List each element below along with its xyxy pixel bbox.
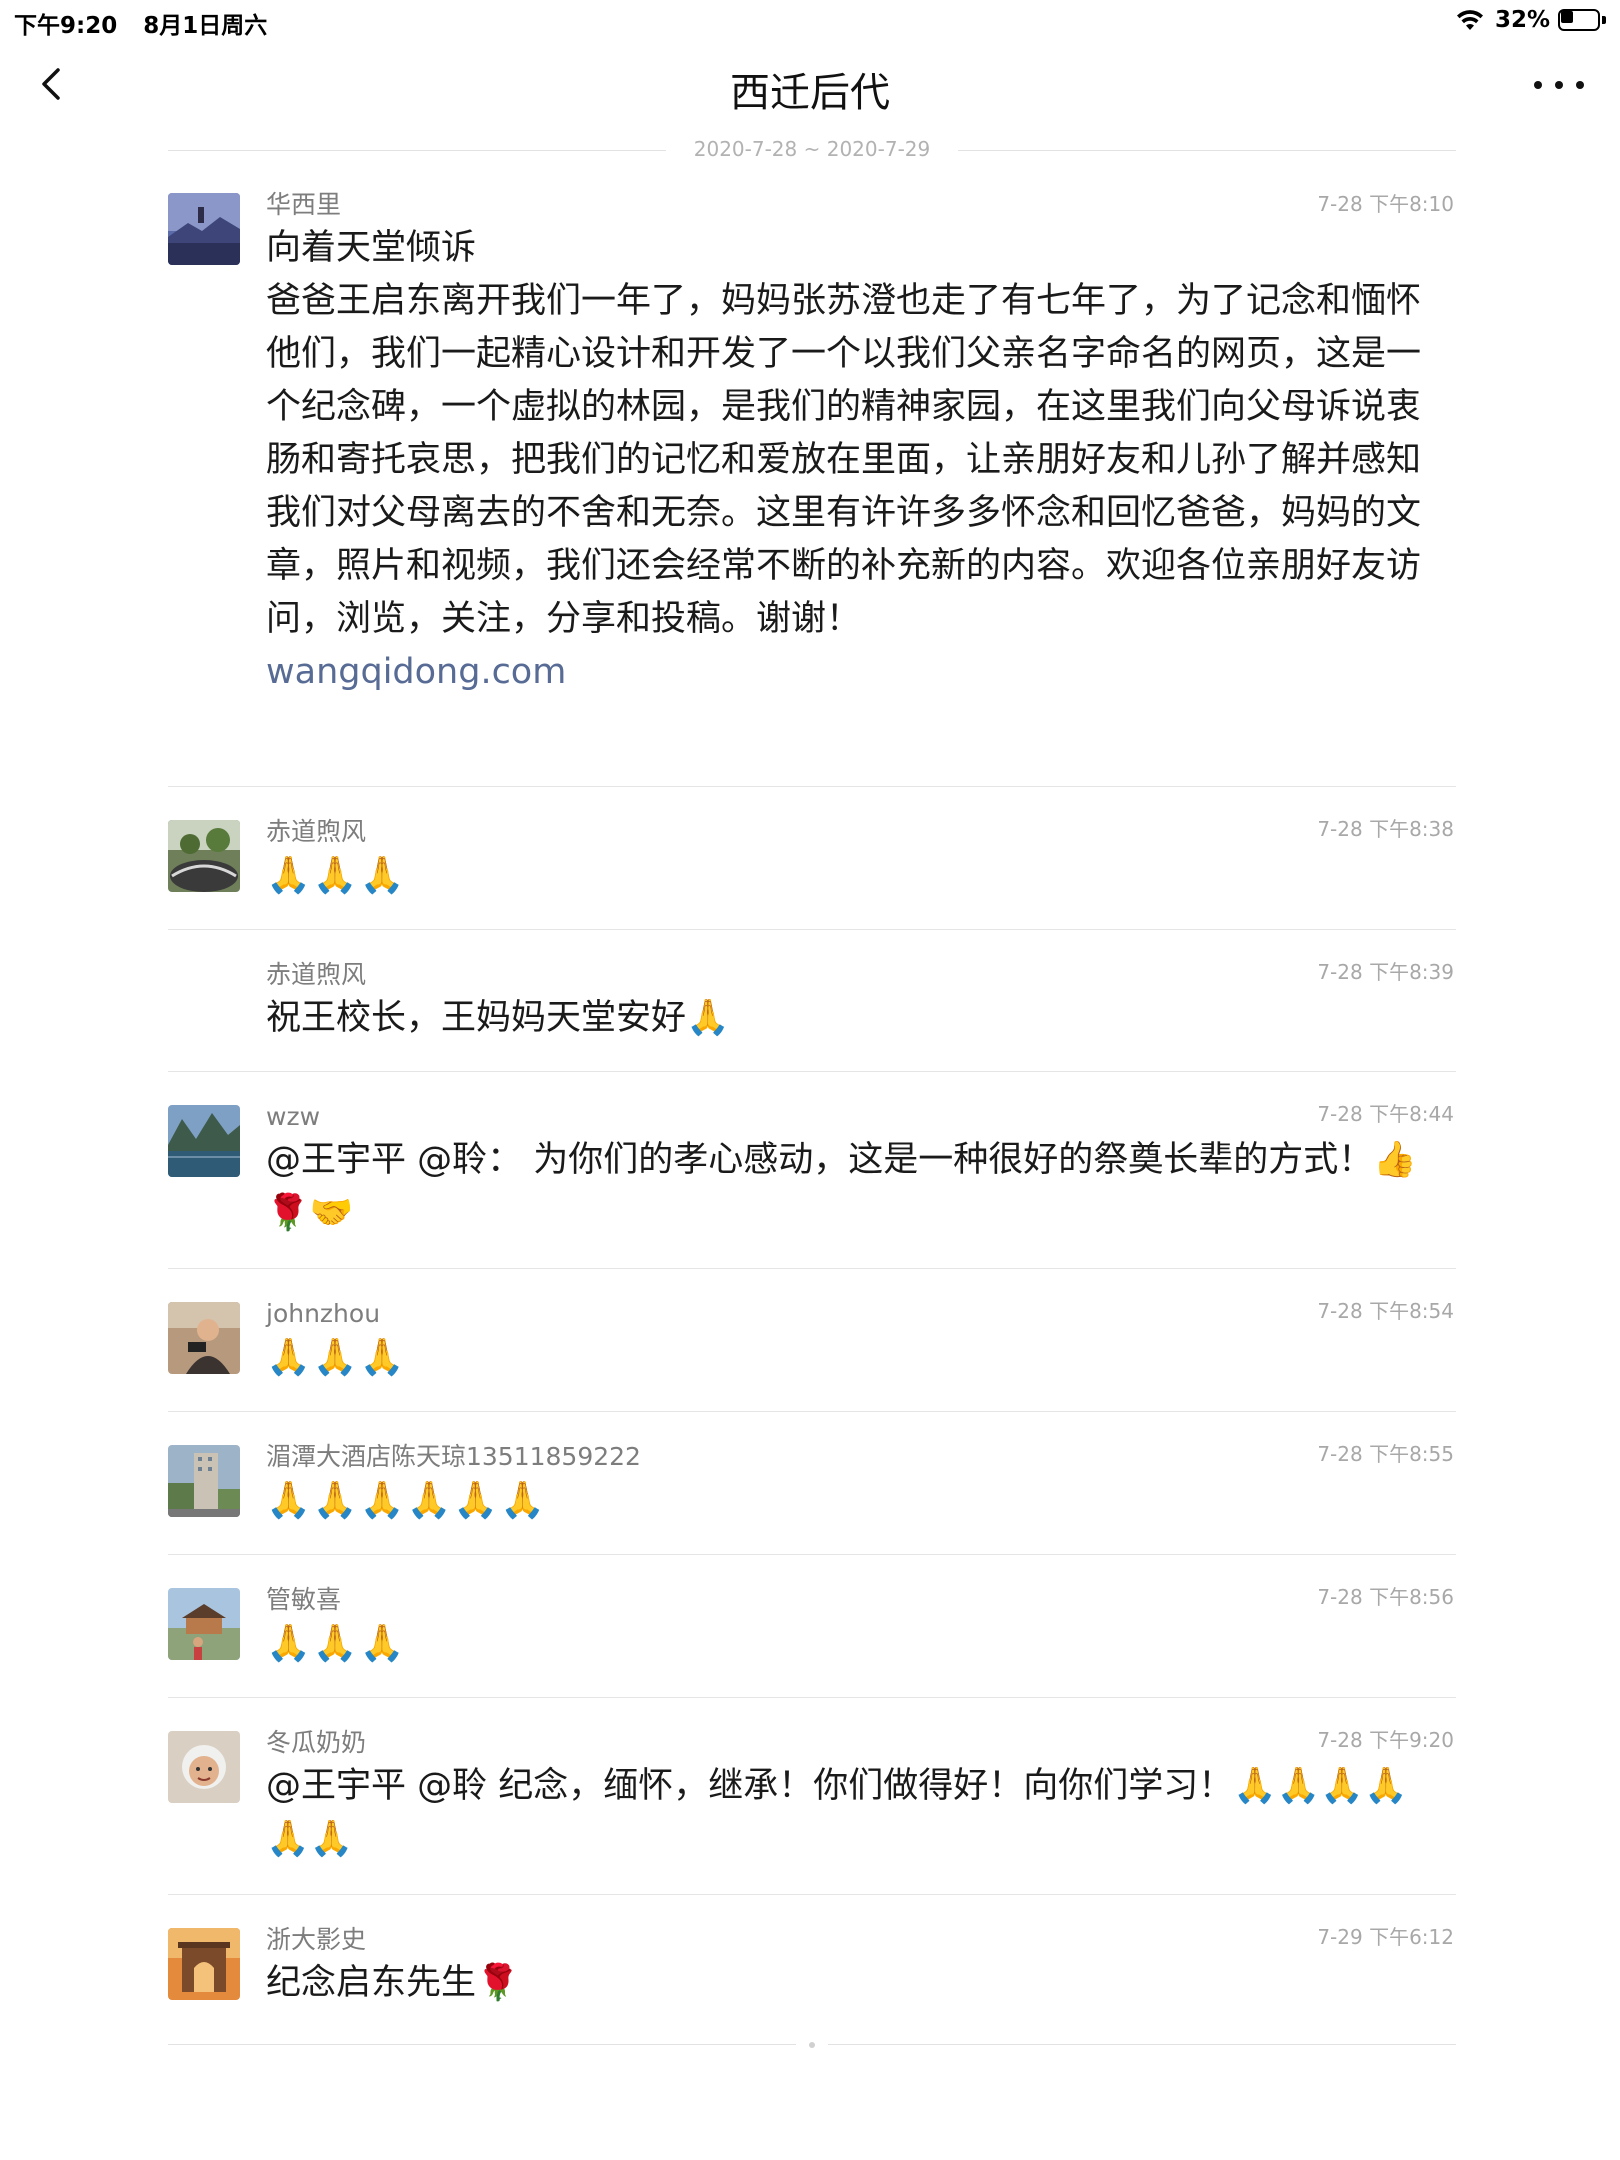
date-range-separator: 2020-7-28 ~ 2020-7-29 (168, 135, 1456, 165)
message-item: 湄潭大酒店陈天琼13511859222 7-28 下午8:55 🙏🙏🙏🙏🙏🙏 (168, 1412, 1456, 1555)
sender-name: johnzhou (266, 1299, 381, 1328)
message-item: 赤道煦风 7-28 下午8:38 🙏🙏🙏 (168, 787, 1456, 930)
message-item: 管敏喜 7-28 下午8:56 🙏🙏🙏 (168, 1555, 1456, 1698)
message-text: 🙏🙏🙏 (266, 1623, 407, 1664)
avatar[interactable] (168, 1731, 240, 1803)
message-item: wzw 7-28 下午8:44 @王宇平 @聆： 为你们的孝心感动，这是一种很好… (168, 1072, 1456, 1269)
sender-name: 华西里 (266, 190, 342, 219)
page-title: 西迁后代 (730, 70, 890, 116)
message-time: 7-28 下午8:54 (1317, 1299, 1454, 1323)
avatar-image (168, 1731, 240, 1803)
more-dot-icon (1576, 81, 1584, 89)
message-link[interactable]: wangqidong.com (266, 646, 1456, 699)
more-button[interactable] (1534, 70, 1584, 100)
message-time: 7-28 下午9:20 (1317, 1728, 1454, 1752)
sender-name: 浙大影史 (266, 1925, 367, 1954)
message-text: 向着天堂倾诉 爸爸王启东离开我们一年了，妈妈张苏澄也走了有七年了，为了记念和愐怀… (266, 222, 1426, 646)
end-separator (168, 2040, 1456, 2050)
message-time: 7-28 下午8:44 (1317, 1102, 1454, 1126)
battery-percent: 32% (1494, 7, 1550, 33)
message-text: @王宇平 @聆 纪念，缅怀，继承！你们做得好！向你们学习！🙏🙏🙏🙏🙏🙏 (266, 1766, 1408, 1859)
avatar[interactable] (168, 1928, 240, 2000)
wifi-icon (1456, 10, 1483, 30)
end-dot (809, 2042, 815, 2048)
avatar-image (168, 193, 240, 265)
avatar-image (168, 1445, 240, 1517)
message-text: 🙏🙏🙏🙏🙏🙏 (266, 1480, 547, 1521)
message-text: 🙏🙏🙏 (266, 855, 407, 896)
avatar[interactable] (168, 1588, 240, 1660)
sender-name: 管敏喜 (266, 1585, 342, 1614)
status-left: 下午9:20 8月1日周六 (14, 6, 285, 40)
avatar[interactable] (168, 1302, 240, 1374)
message-time: 7-28 下午8:56 (1317, 1585, 1454, 1609)
message-text-line: 向着天堂倾诉 (266, 228, 477, 268)
message-time: 7-28 下午8:38 (1317, 817, 1454, 841)
battery-icon (1558, 8, 1606, 32)
message-time: 7-28 下午8:39 (1317, 960, 1454, 984)
sender-name: 赤道煦风 (266, 817, 367, 846)
avatar-image (168, 820, 240, 892)
message-item: johnzhou 7-28 下午8:54 🙏🙏🙏 (168, 1269, 1456, 1412)
message-item: 华西里 7-28 下午8:10 向着天堂倾诉 爸爸王启东离开我们一年了，妈妈张苏… (168, 170, 1456, 787)
date-range: 2020-7-28 ~ 2020-7-29 (693, 137, 931, 161)
sender-name: wzw (266, 1102, 321, 1131)
avatar[interactable] (168, 1105, 240, 1177)
avatar[interactable] (168, 193, 240, 265)
sender-name: 湄潭大酒店陈天琼13511859222 (266, 1442, 641, 1471)
message-text-body: 爸爸王启东离开我们一年了，妈妈张苏澄也走了有七年了，为了记念和愐怀他们，我们一起… (266, 281, 1422, 639)
sender-name: 赤道煦风 (266, 960, 367, 989)
status-bar: 下午9:20 8月1日周六 32% (0, 0, 1620, 40)
avatar[interactable] (168, 1445, 240, 1517)
avatar-image (168, 1928, 240, 2000)
message-text: 纪念启东先生🌹 (266, 1963, 520, 2003)
message-item: 冬瓜奶奶 7-28 下午9:20 @王宇平 @聆 纪念，缅怀，继承！你们做得好！… (168, 1698, 1456, 1895)
more-dot-icon (1534, 81, 1542, 89)
status-right: 32% (1455, 6, 1606, 34)
message-time: 7-28 下午8:10 (1317, 192, 1454, 216)
message-text: 🙏🙏🙏 (266, 1337, 407, 1378)
message-list: 华西里 7-28 下午8:10 向着天堂倾诉 爸爸王启东离开我们一年了，妈妈张苏… (168, 170, 1456, 2058)
avatar-image (168, 1588, 240, 1660)
message-item: 赤道煦风 7-28 下午8:39 祝王校长，王妈妈天堂安好🙏 (168, 930, 1456, 1072)
message-text: @王宇平 @聆： 为你们的孝心感动，这是一种很好的祭奠长辈的方式！👍🌹🤝 (266, 1140, 1417, 1233)
avatar[interactable] (168, 820, 240, 892)
sender-name: 冬瓜奶奶 (266, 1728, 367, 1757)
status-time: 下午9:20 (14, 13, 118, 39)
nav-header: 西迁后代 (0, 40, 1620, 130)
message-time: 7-29 下午6:12 (1317, 1925, 1454, 1949)
message-text: 祝王校长，王妈妈天堂安好🙏 (266, 998, 730, 1038)
avatar-image (168, 1105, 240, 1177)
message-time: 7-28 下午8:55 (1317, 1442, 1454, 1466)
avatar-image (168, 1302, 240, 1374)
more-dot-icon (1555, 81, 1563, 89)
message-item: 浙大影史 7-29 下午6:12 纪念启东先生🌹 (168, 1895, 1456, 2058)
status-date: 8月1日周六 (143, 13, 268, 39)
